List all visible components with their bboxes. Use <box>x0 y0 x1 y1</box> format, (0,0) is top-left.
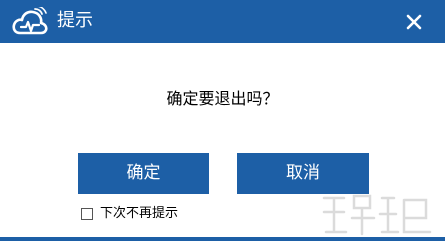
title-bar: 提示 <box>0 0 445 43</box>
dont-show-again-option[interactable]: 下次不再提示 <box>81 205 178 223</box>
dont-show-again-label: 下次不再提示 <box>100 206 179 221</box>
cloud-logo-icon <box>12 7 48 35</box>
dialog-title: 提示 <box>57 10 93 31</box>
dont-show-again-checkbox[interactable] <box>81 208 93 220</box>
confirm-message: 确定要退出吗？ <box>166 89 279 108</box>
bottom-border <box>0 237 445 241</box>
exit-confirm-dialog: 提示 确定要退出吗？ 确定 取消 下次不再提示 <box>0 0 445 241</box>
close-icon[interactable] <box>400 8 428 36</box>
watermark-logo <box>322 194 432 236</box>
ok-button[interactable]: 确定 <box>78 153 209 194</box>
